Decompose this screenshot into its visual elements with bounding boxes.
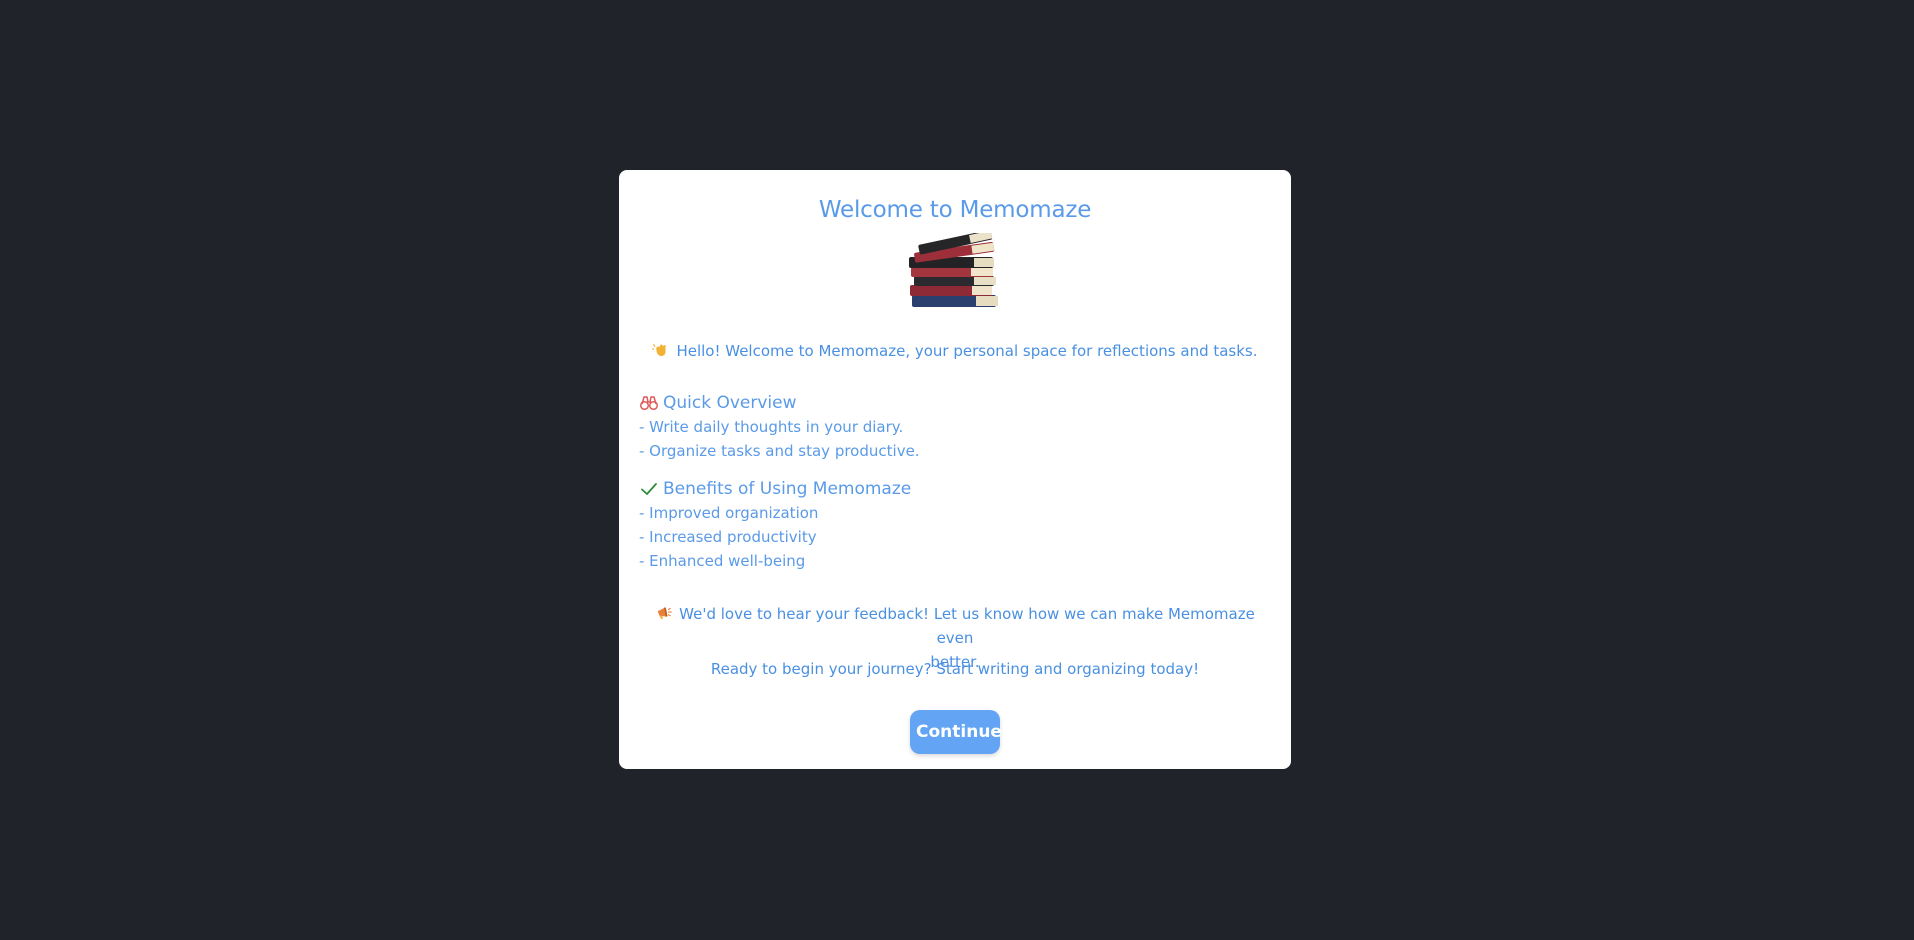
modal-title: Welcome to Memomaze	[818, 197, 1092, 223]
stack-of-books-image	[909, 233, 998, 307]
list-item: - Improved organization	[639, 504, 819, 522]
list-item: - Organize tasks and stay productive.	[639, 442, 920, 460]
benefits-heading: Benefits of Using Memomaze	[663, 479, 912, 499]
megaphone-icon	[657, 607, 672, 620]
welcome-text: Hello! Welcome to Memomaze, your persona…	[676, 342, 1258, 360]
binoculars-icon	[639, 396, 659, 411]
check-icon	[641, 483, 657, 495]
welcome-message: Hello! Welcome to Memomaze, your persona…	[619, 341, 1291, 360]
list-item: - Enhanced well-being	[639, 552, 806, 570]
continue-button[interactable]: Continue	[910, 710, 1002, 754]
list-item: - Increased productivity	[639, 528, 817, 546]
feedback-line-1: We'd love to hear your feedback! Let us …	[679, 605, 1255, 647]
waving-hand-icon	[652, 344, 667, 357]
ready-message: Ready to begin your journey? Start writi…	[710, 660, 1200, 678]
quick-overview-section: Quick Overview - Write daily thoughts in…	[639, 391, 920, 463]
quick-overview-heading: Quick Overview	[663, 393, 797, 413]
list-item: - Write daily thoughts in your diary.	[639, 418, 904, 436]
welcome-modal: Welcome to Memomaze Hello! Welcome to Me…	[619, 170, 1291, 769]
benefits-section: Benefits of Using Memomaze - Improved or…	[639, 477, 911, 573]
